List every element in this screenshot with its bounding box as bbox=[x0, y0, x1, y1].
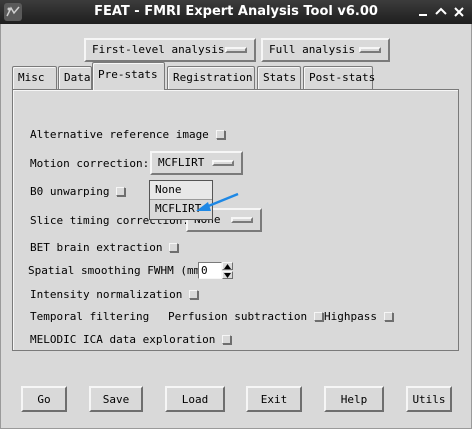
tab-label: Data bbox=[64, 71, 91, 84]
analysis-type-value: Full analysis bbox=[269, 43, 356, 56]
minimize-icon[interactable] bbox=[415, 4, 431, 20]
melodic-row: MELODIC ICA data exploration bbox=[30, 333, 232, 346]
spin-down-icon[interactable] bbox=[222, 271, 233, 279]
menu-indicator-icon bbox=[212, 160, 234, 166]
save-button[interactable]: Save bbox=[89, 386, 143, 412]
melodic-checkbox[interactable] bbox=[222, 335, 232, 344]
motion-correction-row: Motion correction: bbox=[30, 157, 149, 170]
temporal-label: Temporal filtering bbox=[30, 310, 150, 323]
highpass-row: Highpass bbox=[324, 310, 393, 323]
alt-reference-checkbox[interactable] bbox=[215, 130, 225, 139]
tab-label: Pre-stats bbox=[98, 68, 158, 81]
bet-label: BET brain extraction bbox=[30, 241, 163, 254]
analysis-type-menu[interactable]: Full analysis bbox=[261, 38, 390, 62]
menu-indicator-icon bbox=[225, 47, 247, 53]
melodic-label: MELODIC ICA data exploration bbox=[30, 333, 216, 346]
exit-button[interactable]: Exit bbox=[246, 386, 302, 412]
pointer-arrow-icon bbox=[196, 192, 239, 211]
temporal-row: Temporal filtering bbox=[30, 310, 149, 323]
tab-misc[interactable]: Misc bbox=[12, 66, 57, 89]
menu-indicator-icon bbox=[359, 47, 381, 53]
close-icon[interactable] bbox=[451, 4, 467, 20]
help-button[interactable]: Help bbox=[324, 386, 384, 412]
perfusion-label: Perfusion subtraction bbox=[168, 310, 308, 323]
b0-unwarping-label: B0 unwarping bbox=[30, 185, 110, 198]
spin-up-icon[interactable] bbox=[222, 262, 233, 270]
b0-unwarping-row: B0 unwarping bbox=[30, 185, 126, 198]
analysis-level-value: First-level analysis bbox=[92, 43, 225, 56]
title-bar: FEAT - FMRI Expert Analysis Tool v6.00 bbox=[0, 0, 472, 24]
smoothing-row: Spatial smoothing FWHM (mm) bbox=[28, 264, 207, 277]
intensity-label: Intensity normalization bbox=[30, 288, 183, 301]
smoothing-input[interactable]: 0 bbox=[198, 262, 222, 279]
tab-registration[interactable]: Registration bbox=[167, 66, 255, 89]
tab-label: Misc bbox=[18, 71, 45, 84]
motion-correction-menu[interactable]: MCFLIRT bbox=[150, 151, 243, 175]
window-title: FEAT - FMRI Expert Analysis Tool v6.00 bbox=[94, 4, 378, 19]
maximize-icon[interactable] bbox=[433, 4, 449, 20]
load-button[interactable]: Load bbox=[165, 386, 225, 412]
highpass-label: Highpass bbox=[324, 310, 377, 323]
perfusion-row: Perfusion subtraction bbox=[168, 310, 324, 323]
motion-correction-label: Motion correction: bbox=[30, 157, 150, 170]
smoothing-stepper[interactable] bbox=[222, 262, 233, 279]
analysis-level-menu[interactable]: First-level analysis bbox=[84, 38, 256, 62]
smoothing-label: Spatial smoothing FWHM (mm) bbox=[28, 264, 207, 277]
intensity-checkbox[interactable] bbox=[189, 290, 199, 299]
tab-stats[interactable]: Stats bbox=[257, 66, 301, 89]
highpass-checkbox[interactable] bbox=[383, 312, 393, 321]
bet-checkbox[interactable] bbox=[169, 243, 179, 252]
tab-label: Stats bbox=[263, 71, 297, 84]
bet-row: BET brain extraction bbox=[30, 241, 179, 254]
tab-data[interactable]: Data bbox=[58, 66, 92, 89]
tab-label: Post-stats bbox=[309, 71, 376, 84]
motion-correction-value: MCFLIRT bbox=[158, 156, 205, 169]
tab-label: Registration bbox=[173, 71, 253, 84]
smoothing-value: 0 bbox=[201, 264, 208, 277]
alt-reference-label: Alternative reference image bbox=[30, 128, 209, 141]
b0-unwarping-checkbox[interactable] bbox=[116, 187, 126, 196]
utils-button[interactable]: Utils bbox=[406, 386, 452, 412]
tab-pre-stats[interactable]: Pre-stats bbox=[92, 62, 165, 90]
perfusion-checkbox[interactable] bbox=[314, 312, 324, 321]
tab-post-stats[interactable]: Post-stats bbox=[303, 66, 376, 89]
alt-reference-row: Alternative reference image bbox=[30, 128, 225, 141]
go-button[interactable]: Go bbox=[21, 386, 67, 412]
intensity-row: Intensity normalization bbox=[30, 288, 199, 301]
